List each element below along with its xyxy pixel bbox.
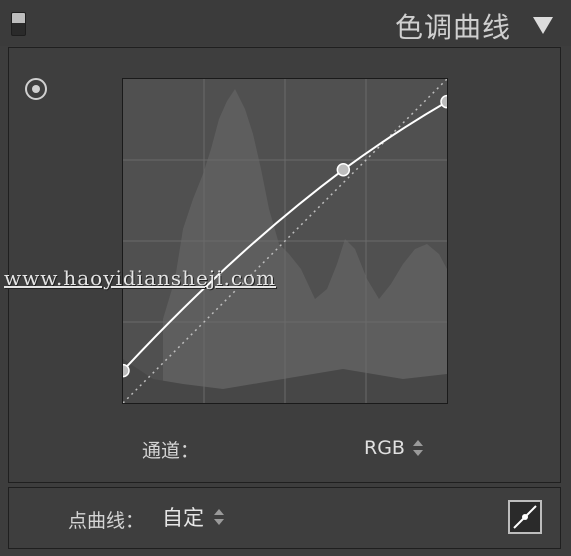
curve-edit-icon	[513, 505, 537, 529]
triangle-down-icon[interactable]	[533, 17, 553, 34]
updown-arrows-icon[interactable]	[214, 509, 224, 525]
histogram	[163, 89, 447, 403]
curve-control-point[interactable]	[336, 162, 351, 177]
channel-value[interactable]: RGB	[364, 437, 405, 459]
point-curve-value[interactable]: 自定	[162, 502, 204, 532]
panel-title[interactable]: 色调曲线	[395, 6, 511, 46]
updown-arrows-icon[interactable]	[412, 440, 423, 456]
tone-curve-graph[interactable]	[122, 78, 448, 404]
watermark-text: www.haoyidiansheji.com	[4, 266, 277, 290]
panel-toggle-icon[interactable]	[11, 12, 26, 36]
panel-header: 色调曲线	[0, 0, 571, 46]
channel-label: 通道：	[142, 440, 200, 462]
point-curve-label: 点曲线：	[68, 510, 145, 532]
curve-control-point[interactable]	[440, 94, 447, 109]
edit-point-curve-button[interactable]	[508, 500, 542, 534]
point-curve-select[interactable]: 自定	[162, 504, 224, 530]
tone-curve-svg[interactable]	[123, 79, 447, 403]
target-adjustment-icon[interactable]	[25, 78, 47, 100]
curve-control-point[interactable]	[123, 363, 130, 378]
channel-select[interactable]: RGB	[364, 436, 423, 460]
